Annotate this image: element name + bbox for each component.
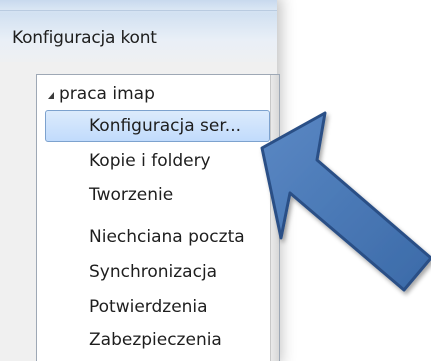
- tree-item-label: Konfiguracja ser...: [89, 116, 242, 136]
- tree-item-composition[interactable]: Tworzenie: [89, 185, 173, 205]
- tree-item-label: Potwierdzenia: [89, 297, 208, 317]
- tree-node-account[interactable]: praca imap: [48, 84, 155, 104]
- tree-item-label: Zabezpieczenia: [89, 330, 222, 350]
- collapse-triangle-icon[interactable]: [48, 91, 54, 99]
- tree-item-security[interactable]: Zabezpieczenia: [89, 330, 222, 350]
- tree-item-label: Kopie i foldery: [89, 151, 211, 171]
- tree-item-server-settings[interactable]: Konfiguracja ser...: [45, 110, 270, 142]
- window-frame-top: [0, 0, 277, 11]
- tree-item-label: Synchronizacja: [89, 262, 218, 282]
- window-title: Konfiguracja kont: [12, 28, 157, 48]
- tree-item-receipts[interactable]: Potwierdzenia: [89, 297, 208, 317]
- arrow-pointer-icon: [260, 111, 431, 292]
- tree-scrollbar[interactable]: [270, 75, 279, 361]
- tree-item-junk-mail[interactable]: Niechciana poczta: [89, 227, 245, 247]
- screenshot-stage: Konfiguracja kont praca imap Konfiguracj…: [0, 0, 431, 361]
- tree-item-label: Tworzenie: [89, 185, 174, 205]
- tree-node-account-label: praca imap: [59, 84, 155, 104]
- tree-item-synchronization[interactable]: Synchronizacja: [89, 262, 217, 282]
- tree-item-label: Niechciana poczta: [89, 227, 245, 247]
- tree-item-copies-and-folders[interactable]: Kopie i foldery: [89, 151, 211, 171]
